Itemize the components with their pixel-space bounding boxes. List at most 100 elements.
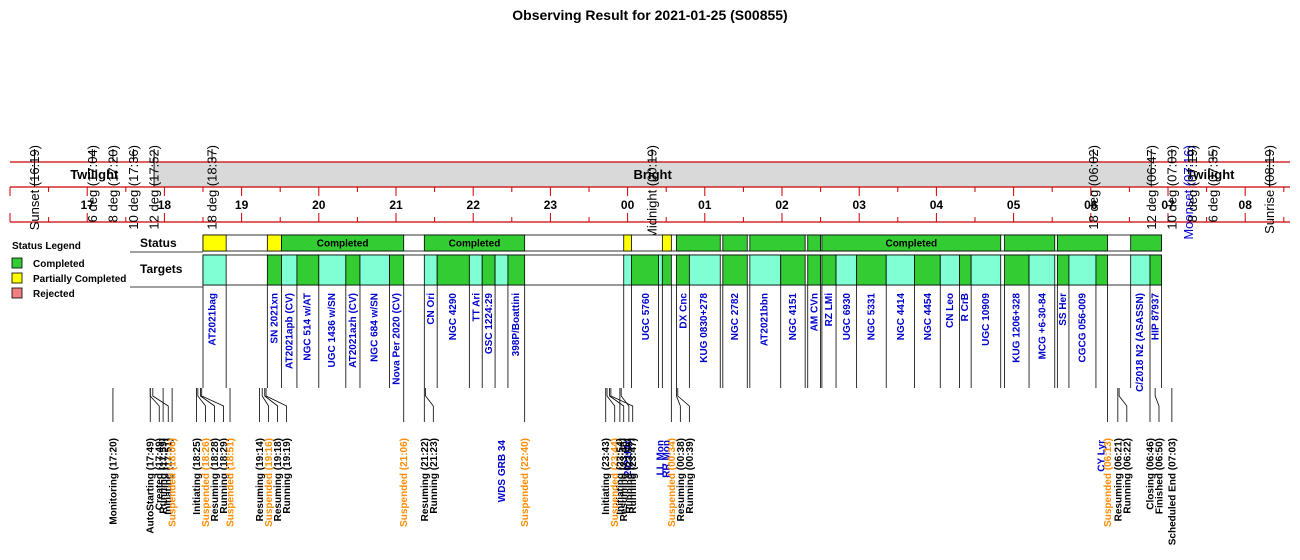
event-connector-created-17-49 bbox=[149, 388, 160, 422]
status-block-8 bbox=[749, 234, 806, 252]
status-block-13 bbox=[1130, 234, 1162, 252]
hour-label-22: 22 bbox=[467, 198, 481, 212]
target-label-ugc-6930: UGC 6930 bbox=[842, 293, 853, 341]
target-block-ngc-2782 bbox=[722, 254, 748, 286]
event-labels: Monitoring (17:20) AutoStarting (17:49)Cr… bbox=[108, 388, 1178, 545]
hour-label-04: 04 bbox=[930, 198, 944, 212]
event-label-finished-06-50: Finished (06:50) bbox=[1154, 438, 1165, 514]
event-connector-resuming-18-28 bbox=[200, 388, 215, 422]
status-legend: Status Legend Completed Partially Complete… bbox=[11, 241, 126, 300]
target-label-nova-per-2020-cv: Nova Per 2020 (CV) bbox=[392, 293, 403, 385]
target-block-nova-per-2020-cv bbox=[389, 254, 405, 286]
target-block-tt-ari bbox=[468, 254, 483, 286]
target-label-tt-ari: TT Ari bbox=[471, 293, 482, 322]
target-block-at2021azh-cv bbox=[345, 254, 361, 286]
event-label-running-19-19: Running (19:19) bbox=[282, 438, 293, 514]
event-connector-finished-06-50 bbox=[1154, 388, 1160, 422]
target-label-c-2018-n2-asassn: C/2018 N2 (ASASSN) bbox=[1135, 293, 1146, 392]
status-block-label-10: Completed bbox=[885, 239, 937, 250]
legend-title: Status Legend bbox=[12, 241, 81, 252]
event-connector-resuming-23-46 bbox=[609, 388, 625, 422]
target-block-r-crb bbox=[959, 254, 972, 286]
target-block-mcg-6-30-84 bbox=[1028, 254, 1056, 286]
target-label-ugc-10909: UGC 10909 bbox=[981, 293, 992, 346]
target-block-cn-leo bbox=[939, 254, 960, 286]
status-block-6 bbox=[676, 234, 721, 252]
hour-label-03: 03 bbox=[853, 198, 867, 212]
marker-label-12-deg-06-47: 12 deg (06:47) bbox=[1144, 145, 1159, 230]
hour-label-19: 19 bbox=[235, 198, 249, 212]
target-label-ngc-5331: NGC 5331 bbox=[866, 293, 877, 341]
event-label-monitoring-17-20: Monitoring (17:20) bbox=[108, 438, 119, 525]
target-label-cgcg-056-009: CGCG 056-009 bbox=[1077, 293, 1088, 363]
status-row-label: Status bbox=[140, 236, 177, 250]
target-block-wds-grb-34 bbox=[494, 254, 509, 286]
target-block-ngc-684-w-sn bbox=[359, 254, 390, 286]
target-block-cn-ori bbox=[423, 254, 438, 286]
event-connector-suspended-19-16 bbox=[261, 388, 270, 422]
event-connector-initiating-17-51 bbox=[152, 388, 169, 422]
top-markers: Sunset (16:19) 6 deg (17:04) 8 deg (17:20)… bbox=[27, 145, 1277, 240]
target-label-am-cvn: AM CVn bbox=[810, 293, 821, 331]
status-block-5 bbox=[661, 234, 672, 252]
hour-label-02: 02 bbox=[775, 198, 789, 212]
target-label-ngc-4454: NGC 4454 bbox=[923, 293, 934, 341]
target-label-dx-cnc: DX Cnc bbox=[678, 293, 689, 329]
event-label-suspended-22-40: Suspended (22:40) bbox=[520, 438, 531, 527]
status-block-label-2: Completed bbox=[317, 239, 369, 250]
target-block-ngc-4454 bbox=[914, 254, 941, 286]
target-block-c-2018-n2-asassn bbox=[1130, 254, 1151, 286]
target-block-cgcg-056-009 bbox=[1068, 254, 1097, 286]
status-block-label-3: Completed bbox=[449, 239, 501, 250]
target-block-hip-87937 bbox=[1149, 254, 1162, 286]
target-block-gsc-1224-29 bbox=[481, 254, 496, 286]
target-block-kug-1206-328 bbox=[1004, 254, 1030, 286]
target-block-ugc-10909 bbox=[970, 254, 1002, 286]
target-block-cy-lyr bbox=[1095, 254, 1108, 286]
target-block-sn-2021xn bbox=[266, 254, 282, 286]
target-label-wds-grb-34: WDS GRB 34 bbox=[497, 440, 508, 503]
target-block-398p-boattini bbox=[507, 254, 526, 286]
target-block-at2021bag bbox=[202, 254, 227, 286]
legend-label-completed: Completed bbox=[33, 259, 85, 270]
event-connector-running-00-39 bbox=[677, 388, 690, 422]
target-label-cn-leo: CN Leo bbox=[945, 293, 956, 328]
event-connector-running-06-22 bbox=[1118, 388, 1128, 422]
target-block-rz-lmi bbox=[821, 254, 837, 286]
target-label-at2021bbn: AT2021bbn bbox=[759, 293, 770, 346]
marker-label-sunset-16-19: Sunset (16:19) bbox=[27, 145, 42, 230]
event-label-running-06-22: Running (06:22) bbox=[1122, 438, 1133, 514]
status-block-9 bbox=[807, 234, 822, 252]
legend-label-partially-completed: Partially Completed bbox=[33, 274, 126, 285]
target-label-mcg-6-30-84: MCG +6-30-84 bbox=[1037, 293, 1048, 360]
targets-row-label: Targets bbox=[140, 262, 183, 276]
target-label-ngc-514-w-at: NGC 514 w/AT bbox=[303, 293, 314, 361]
target-block-am-cvn bbox=[807, 254, 822, 286]
target-block-ugc-5760 bbox=[631, 254, 659, 286]
hour-label-08: 08 bbox=[1239, 198, 1253, 212]
target-label-kug-0830-278: KUG 0830+278 bbox=[699, 293, 710, 363]
target-block-kug-0830-278 bbox=[688, 254, 721, 286]
target-block-ngc-4414 bbox=[885, 254, 915, 286]
marker-label-12-deg-17-52: 12 deg (17:52) bbox=[147, 145, 162, 230]
marker-label-8-deg-07-19: 8 deg (07:19) bbox=[1185, 145, 1200, 222]
status-block-0 bbox=[202, 234, 227, 252]
target-label-at2021apb-cv: AT2021apb (CV) bbox=[285, 293, 296, 369]
target-label-at2021bag: AT2021bag bbox=[208, 293, 219, 346]
event-label-running-23-55: Running (23:55) bbox=[624, 438, 635, 514]
target-block-ngc-4290 bbox=[436, 254, 470, 286]
target-block-ugc-6930 bbox=[835, 254, 858, 286]
target-label-hip-87937: HIP 87937 bbox=[1151, 293, 1162, 341]
observing-timeline-chart: Observing Result for 2021-01-25 (S00855)… bbox=[9, 7, 1290, 545]
marker-label-10-deg-17-36: 10 deg (17:36) bbox=[126, 145, 141, 230]
target-block-ugc-1436-w-sn bbox=[318, 254, 347, 286]
target-label-ugc-1436-w-sn: UGC 1436 w/SN bbox=[327, 293, 338, 367]
target-block-at2021bbn bbox=[749, 254, 782, 286]
marker-label-18-deg-06-02: 18 deg (06:02) bbox=[1086, 145, 1101, 230]
event-label-running-21-23: Running (21:23) bbox=[429, 438, 440, 514]
target-block-ll-mon bbox=[658, 254, 663, 286]
target-label-ngc-4290: NGC 4290 bbox=[448, 293, 459, 341]
target-label-rz-lmi: RZ LMi bbox=[824, 293, 835, 327]
event-label-running-00-39: Running (00:39) bbox=[685, 438, 696, 514]
target-label-r-crb: R CrB bbox=[960, 293, 971, 321]
